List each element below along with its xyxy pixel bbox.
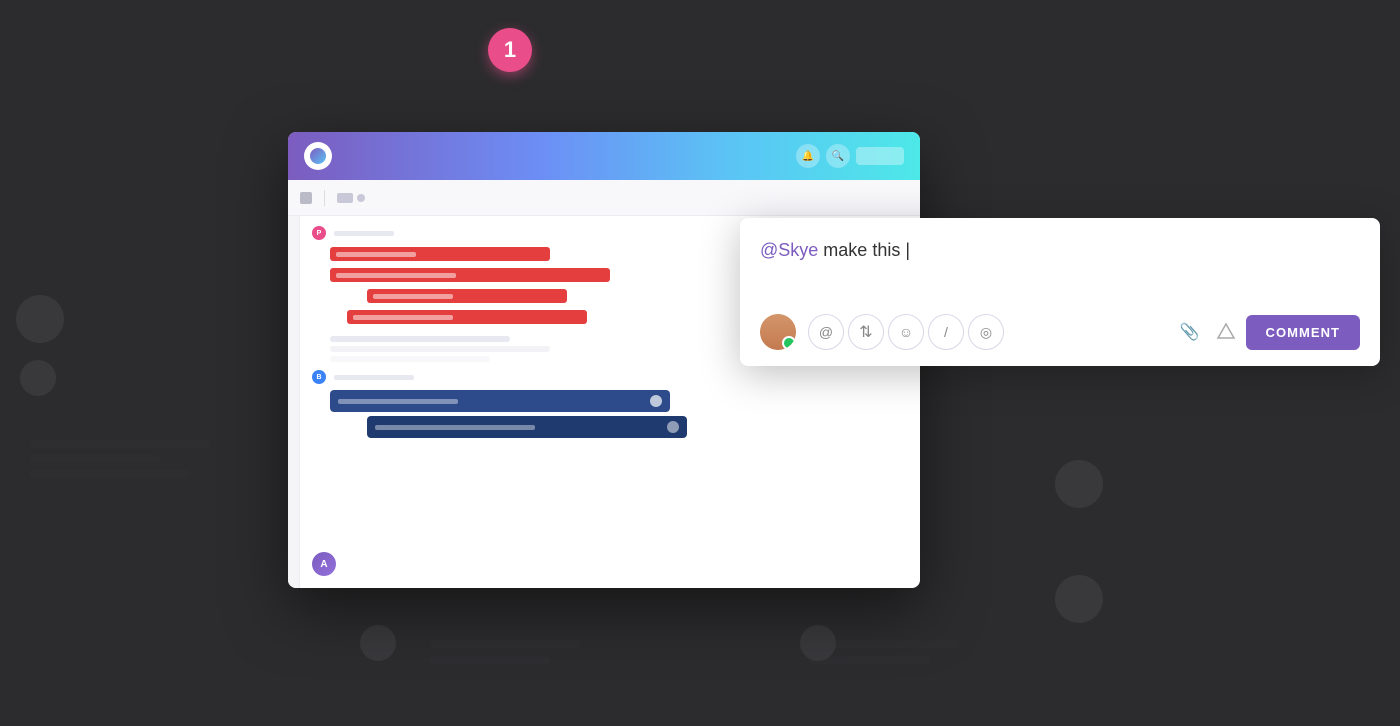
task-bar-red-3 (367, 289, 567, 303)
search-icon: 🔍 (826, 144, 850, 168)
card-sidebar (288, 216, 300, 588)
card-header: 🔔 🔍 (288, 132, 920, 180)
task-bar-red-2 (330, 268, 610, 282)
at-mention-button[interactable]: @ (808, 314, 844, 350)
blue-section-header: B (312, 370, 908, 384)
card-toolbar (288, 180, 920, 216)
drive-button[interactable] (1210, 316, 1242, 348)
notification-number-badge: 1 (488, 28, 532, 72)
slash-icon: / (944, 324, 948, 340)
notification-icon: 🔔 (796, 144, 820, 168)
at-icon: @ (819, 324, 833, 340)
task-bar-red-4 (347, 310, 587, 324)
blue-bar-2 (367, 416, 687, 438)
comment-body-text: make this | (818, 240, 910, 260)
attach-button[interactable]: 📎 (1174, 316, 1206, 348)
drive-icon-svg (1216, 322, 1236, 342)
priority-icon: ⇅ (859, 322, 872, 342)
avatar-face (760, 314, 796, 350)
priority-button[interactable]: ⇅ (848, 314, 884, 350)
target-icon: ◎ (980, 324, 992, 341)
blue-bar-1 (330, 390, 670, 412)
blue-task-row-2 (312, 416, 908, 438)
blue-task-row-1 (312, 390, 908, 412)
badge-number: 1 (504, 37, 516, 63)
logo-inner (310, 148, 326, 164)
target-button[interactable]: ◎ (968, 314, 1004, 350)
blue-indicator: B (312, 370, 326, 384)
emoji-icon: ☺ (899, 324, 913, 340)
mention-tag: @Skye (760, 240, 818, 260)
card-bottom-avatar: A (312, 552, 336, 576)
comment-text-area[interactable]: @Skye make this | (760, 238, 1360, 298)
emoji-button[interactable]: ☺ (888, 314, 924, 350)
comment-submit-button[interactable]: COMMENT (1246, 315, 1360, 350)
user-avatar (760, 314, 796, 350)
task-bar-red-1 (330, 247, 550, 261)
comment-toolbar: @ ⇅ ☺ / ◎ 📎 COMMENT (760, 314, 1360, 350)
header-bar (856, 147, 904, 165)
grid-icon (300, 192, 312, 204)
app-logo (304, 142, 332, 170)
pink-indicator: P (312, 226, 326, 240)
comment-popup: @Skye make this | @ ⇅ ☺ / ◎ 📎 (740, 218, 1380, 366)
attach-icon-symbol: 📎 (1180, 322, 1200, 342)
header-right: 🔔 🔍 (796, 144, 904, 168)
slash-button[interactable]: / (928, 314, 964, 350)
